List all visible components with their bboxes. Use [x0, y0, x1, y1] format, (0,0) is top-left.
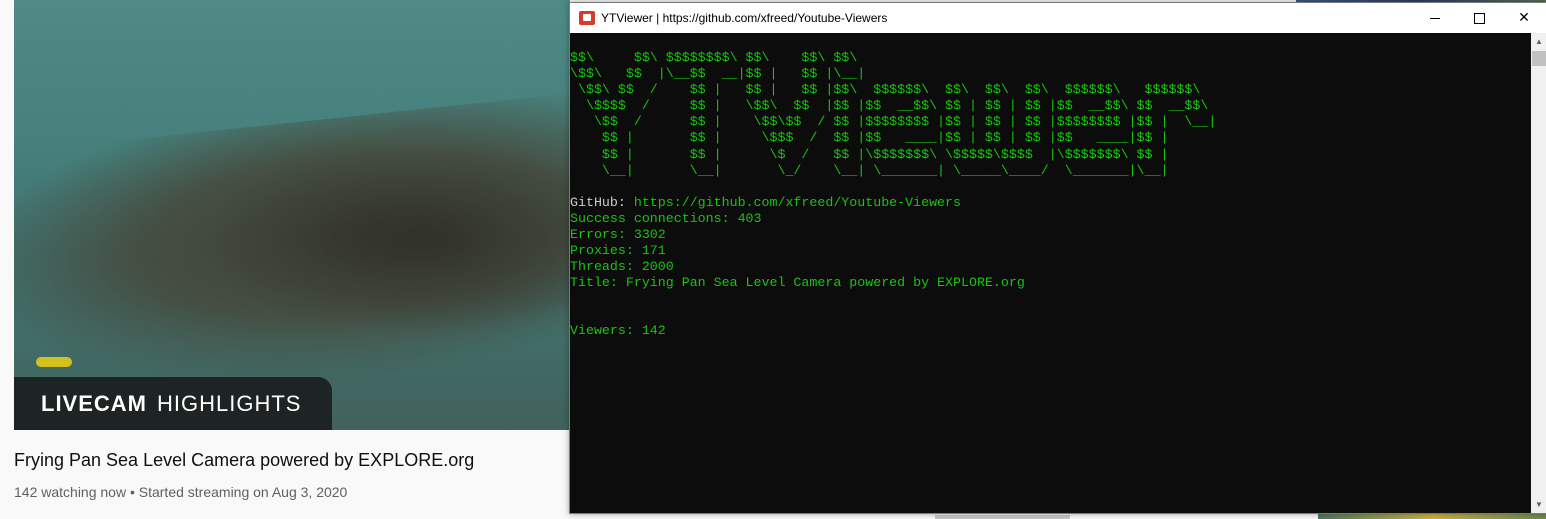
badge-light-text: HIGHLIGHTS: [157, 390, 302, 416]
thumbnail-fish: [36, 357, 72, 367]
badge-bold-text: LIVECAM: [41, 390, 147, 416]
minimize-button[interactable]: [1412, 3, 1458, 33]
scroll-up-icon[interactable]: ▲: [1531, 33, 1546, 50]
scroll-thumb[interactable]: [1532, 51, 1546, 66]
video-meta: 142 watching now • Started streaming on …: [14, 484, 348, 500]
maximize-icon: [1473, 12, 1485, 24]
console-scrollbar[interactable]: ▲ ▼: [1531, 33, 1546, 513]
scroll-down-icon[interactable]: ▼: [1531, 496, 1546, 513]
console-text: $$\ $$\ $$$$$$$$\ $$\ $$\ $$\ \$$\ $$ |\…: [570, 50, 1216, 339]
stream-title: Title: Frying Pan Sea Level Camera power…: [570, 274, 1025, 290]
window-title-bar[interactable]: YTViewer | https://github.com/xfreed/You…: [570, 3, 1546, 33]
console-output[interactable]: $$\ $$\ $$$$$$$$\ $$\ $$\ $$\ \$$\ $$ |\…: [570, 33, 1531, 513]
github-url: https://github.com/xfreed/Youtube-Viewer…: [633, 194, 962, 210]
page-scrollbar[interactable]: [935, 515, 1070, 519]
video-title[interactable]: Frying Pan Sea Level Camera powered by E…: [14, 450, 474, 471]
github-label: GitHub:: [570, 194, 626, 210]
success-connections: Success connections: 403: [570, 210, 762, 226]
close-button[interactable]: ✕: [1501, 3, 1546, 33]
ascii-art-banner: $$\ $$\ $$$$$$$$\ $$\ $$\ $$\ \$$\ $$ |\…: [570, 50, 1217, 178]
viewers-count: Viewers: 142: [570, 322, 666, 338]
proxies-count: Proxies: 171: [570, 242, 666, 258]
threads-count: Threads: 2000: [570, 258, 674, 274]
video-thumbnail[interactable]: [14, 0, 570, 430]
youtube-icon: [579, 11, 595, 25]
console-window: YTViewer | https://github.com/xfreed/You…: [569, 2, 1546, 514]
minimize-icon: [1430, 17, 1440, 19]
livecam-badge: LIVECAM HIGHLIGHTS: [14, 377, 332, 430]
window-title: YTViewer | https://github.com/xfreed/You…: [601, 11, 888, 25]
close-icon: ✕: [1518, 10, 1530, 26]
maximize-button[interactable]: [1456, 3, 1502, 33]
errors-count: Errors: 3302: [570, 226, 666, 242]
